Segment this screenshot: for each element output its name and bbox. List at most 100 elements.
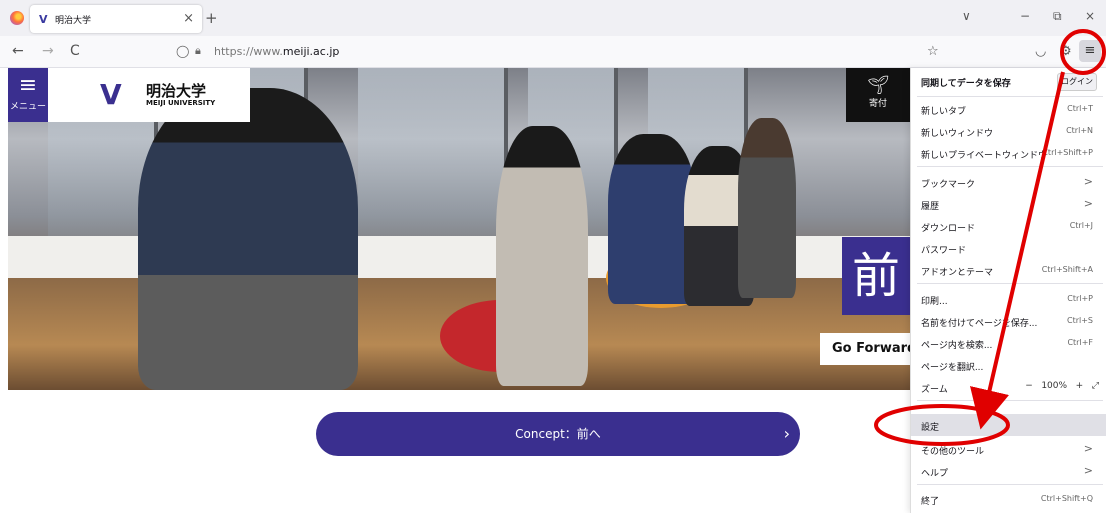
minimize-button[interactable]: − — [1020, 9, 1030, 23]
menu-item-label: 設定 — [921, 423, 940, 433]
tab-meiji[interactable]: V 明治大学 × — [30, 5, 202, 33]
menu-item-label: ページを翻訳... — [921, 363, 984, 373]
menu-item-label: ブックマーク — [921, 180, 976, 190]
hamburger-icon: ≡ — [1084, 43, 1096, 58]
sync-row[interactable]: 同期してデータを保存 ログイン — [911, 68, 1106, 94]
menu-item-label: 新しいウィンドウ — [921, 129, 994, 139]
reload-button[interactable]: C — [70, 43, 80, 59]
url-field[interactable]: https://www.meiji.ac.jp — [214, 45, 339, 58]
zoom-level[interactable]: 100% — [1041, 381, 1067, 391]
login-button[interactable]: ログイン — [1057, 73, 1097, 91]
list-all-tabs-icon[interactable]: ∨ — [962, 9, 971, 23]
meiji-v-logo-icon: V — [100, 78, 122, 111]
menu-item-new-private-window[interactable]: 新しいプライベートウィンドウ Ctrl+Shift+P — [911, 142, 1106, 164]
menu-item-help[interactable]: ヘルプ > — [911, 460, 1106, 482]
url-prefix: https://www. — [214, 45, 283, 58]
menu-separator — [917, 283, 1103, 284]
menu-item-shortcut: Ctrl+Shift+Q — [1040, 494, 1093, 503]
window-pane — [358, 68, 508, 238]
site-logo[interactable]: V 明治大学 MEIJI UNIVERSITY — [48, 68, 250, 122]
app-menu-button[interactable]: ≡ — [1079, 40, 1101, 62]
hamburger-icon: ≡ — [18, 73, 38, 98]
bookmark-star-icon[interactable]: ☆ — [927, 44, 939, 59]
zoom-controls: − 100% + ⤢ — [1025, 381, 1099, 391]
menu-item-translate-page[interactable]: ページを翻訳... — [911, 354, 1106, 376]
tracking-shield-icon[interactable]: ◯ — [176, 44, 189, 58]
menu-item-label: ズーム — [921, 385, 948, 395]
menu-item-shortcut: Ctrl+Shift+A — [1041, 265, 1093, 274]
menu-item-quit[interactable]: 終了 Ctrl+Shift+Q — [911, 488, 1106, 510]
menu-item-label: 履歴 — [921, 202, 940, 212]
menu-item-shortcut: Ctrl+T — [1067, 104, 1093, 113]
concept-button[interactable]: Concept：前へ › — [316, 412, 800, 456]
forward-button[interactable]: → — [42, 43, 54, 59]
person-grey-outfit — [738, 118, 796, 298]
menu-item-shortcut: Ctrl+N — [1066, 126, 1093, 135]
person-patterned-dress — [496, 126, 588, 386]
menu-item-label: 新しいプライベートウィンドウ — [921, 151, 1048, 161]
zoom-in-button[interactable]: + — [1076, 381, 1084, 391]
menu-item-print[interactable]: 印刷... Ctrl+P — [911, 288, 1106, 310]
tab-title: 明治大学 — [55, 16, 92, 26]
person-blue-sweater — [608, 134, 696, 304]
menu-item-label: ページ内を検索... — [921, 341, 993, 351]
menu-separator — [917, 166, 1103, 167]
tab-close-icon[interactable]: × — [183, 11, 194, 26]
close-window-button[interactable]: × — [1085, 9, 1095, 23]
menu-item-label: ダウンロード — [921, 224, 976, 234]
menu-separator — [917, 96, 1103, 97]
navigation-toolbar: ← → C ◯ 🔒︎ https://www.meiji.ac.jp ☆ ◡ ⚙ — [0, 36, 1106, 68]
zoom-out-button[interactable]: − — [1025, 381, 1033, 391]
tab-strip: V 明治大学 × + ∨ − ⧉ × — [0, 0, 1106, 36]
sprout-icon: 🌱︎ — [866, 75, 890, 96]
restore-button[interactable]: ⧉ — [1053, 9, 1062, 24]
menu-separator — [917, 484, 1103, 485]
hero-tagline: Go Forward, — [820, 333, 910, 365]
site-menu-button[interactable]: ≡ メニュー — [8, 68, 48, 122]
menu-item-bookmarks[interactable]: ブックマーク > — [911, 171, 1106, 193]
extensions-icon[interactable]: ⚙ — [1060, 44, 1072, 59]
menu-item-settings[interactable]: 設定 — [911, 414, 1106, 436]
menu-item-label: 名前を付けてページを保存... — [921, 319, 1038, 329]
menu-item-downloads[interactable]: ダウンロード Ctrl+J — [911, 215, 1106, 237]
hero-kanji: 前 — [842, 237, 910, 315]
menu-item-shortcut: Ctrl+F — [1067, 338, 1093, 347]
new-tab-button[interactable]: + — [205, 9, 218, 27]
menu-item-history[interactable]: 履歴 > — [911, 193, 1106, 215]
menu-item-find-in-page[interactable]: ページ内を検索... Ctrl+F — [911, 332, 1106, 354]
chevron-right-icon: › — [783, 424, 790, 443]
menu-item-new-tab[interactable]: 新しいタブ Ctrl+T — [911, 98, 1106, 120]
menu-item-shortcut: Ctrl+S — [1066, 316, 1093, 325]
chevron-right-icon: > — [1083, 464, 1093, 477]
sync-label: 同期してデータを保存 — [921, 79, 1011, 89]
url-domain: meiji.ac.jp — [282, 45, 340, 58]
site-menu-label: メニュー — [9, 102, 46, 112]
menu-item-more-tools[interactable]: その他のツール > — [911, 438, 1106, 460]
menu-item-addons-themes[interactable]: アドオンとテーマ Ctrl+Shift+A — [911, 259, 1106, 281]
menu-item-new-window[interactable]: 新しいウィンドウ Ctrl+N — [911, 120, 1106, 142]
chevron-right-icon: > — [1083, 175, 1093, 188]
menu-item-label: パスワード — [921, 246, 967, 256]
menu-item-label: その他のツール — [921, 447, 985, 457]
donate-label: 寄付 — [868, 99, 887, 109]
logo-en-text: MEIJI UNIVERSITY — [146, 99, 216, 107]
firefox-icon[interactable] — [10, 11, 24, 25]
lock-icon[interactable]: 🔒︎ — [195, 44, 201, 58]
menu-item-shortcut: Ctrl+P — [1067, 294, 1093, 303]
menu-item-save-page[interactable]: 名前を付けてページを保存... Ctrl+S — [911, 310, 1106, 332]
back-button[interactable]: ← — [12, 43, 24, 59]
menu-item-label: 新しいタブ — [921, 107, 967, 117]
logo-jp-text: 明治大学 — [146, 82, 207, 100]
menu-item-zoom: ズーム − 100% + ⤢ — [911, 376, 1106, 398]
pocket-icon[interactable]: ◡ — [1035, 44, 1046, 59]
chevron-right-icon: > — [1083, 197, 1093, 210]
donate-button[interactable]: 🌱︎ 寄付 — [846, 68, 910, 122]
menu-separator — [917, 400, 1103, 401]
app-menu-panel: 同期してデータを保存 ログイン 新しいタブ Ctrl+T 新しいウィンドウ Ctrl… — [910, 68, 1106, 513]
menu-item-label: 印刷... — [921, 297, 948, 307]
menu-item-label: ヘルプ — [921, 469, 949, 479]
fullscreen-icon[interactable]: ⤢ — [1092, 381, 1099, 391]
menu-item-passwords[interactable]: パスワード — [911, 237, 1106, 259]
meiji-favicon-icon: V — [39, 13, 48, 26]
concept-label: Concept：前へ — [515, 427, 601, 441]
